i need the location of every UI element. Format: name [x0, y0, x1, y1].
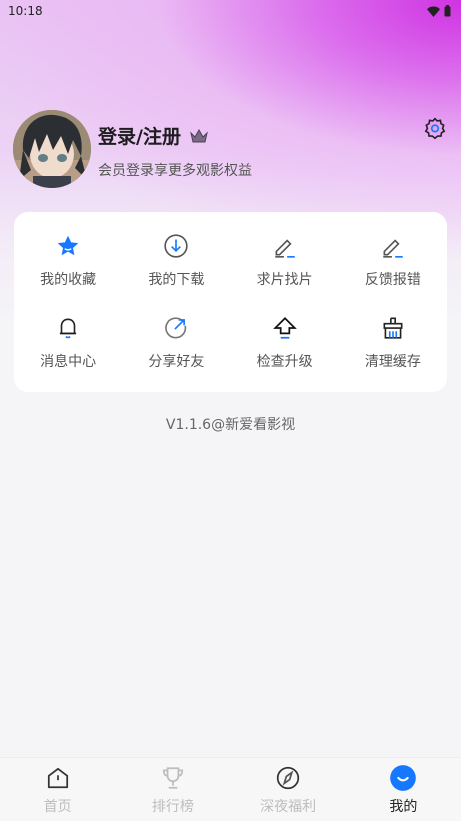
menu-item-downloads[interactable]: 我的下载	[122, 220, 230, 302]
tab-label: 我的	[389, 798, 418, 815]
tab-label: 首页	[43, 798, 72, 815]
clean-cache-icon	[380, 315, 406, 341]
profile-subtitle: 会员登录享更多观影权益	[98, 163, 252, 179]
edit-icon	[272, 233, 298, 259]
share-icon	[163, 315, 189, 341]
menu-label: 反馈报错	[364, 272, 421, 288]
menu-label: 分享好友	[148, 354, 205, 370]
compass-icon	[274, 764, 302, 792]
status-icons	[427, 5, 451, 17]
status-bar: 10:18	[0, 0, 461, 22]
bottom-tab-bar: 首页 排行榜 深夜福利 我的	[0, 757, 461, 821]
tab-label: 排行榜	[151, 798, 194, 815]
menu-item-clear-cache[interactable]: 清理缓存	[339, 302, 447, 384]
menu-item-upgrade[interactable]: 检查升级	[231, 302, 339, 384]
avatar-image	[13, 110, 91, 188]
menu-label: 清理缓存	[364, 354, 421, 370]
login-register-link[interactable]: 登录/注册	[98, 122, 209, 149]
home-icon	[44, 764, 72, 792]
avatar[interactable]	[13, 110, 91, 188]
version-text: V1.1.6@新爱看影视	[165, 417, 296, 433]
star-icon	[55, 233, 81, 259]
settings-button[interactable]	[422, 116, 448, 142]
feature-grid-card: 我的收藏 我的下载 求片找片 反馈报错 消息中心 分享好友 检查升级 清理缓存	[14, 212, 447, 392]
menu-label: 我的收藏	[40, 272, 97, 288]
menu-item-messages[interactable]: 消息中心	[14, 302, 122, 384]
profile-smile-icon	[389, 764, 417, 792]
tab-ranking[interactable]: 排行榜	[115, 758, 230, 821]
menu-label: 检查升级	[256, 354, 313, 370]
tab-home[interactable]: 首页	[0, 758, 115, 821]
tab-label: 深夜福利	[260, 798, 317, 815]
tab-mine[interactable]: 我的	[346, 758, 461, 821]
download-icon	[163, 233, 189, 259]
feedback-edit-icon	[380, 233, 406, 259]
trophy-icon	[159, 764, 187, 792]
menu-item-favorites[interactable]: 我的收藏	[14, 220, 122, 302]
wifi-icon	[427, 6, 440, 17]
username-label: 登录/注册	[98, 126, 181, 148]
menu-label: 求片找片	[256, 272, 313, 288]
tab-late-night[interactable]: 深夜福利	[231, 758, 346, 821]
menu-item-share[interactable]: 分享好友	[122, 302, 230, 384]
status-time: 10:18	[8, 4, 43, 18]
battery-icon	[444, 5, 451, 17]
profile-header: 登录/注册 会员登录享更多观影权益	[13, 110, 448, 188]
menu-item-request[interactable]: 求片找片	[231, 220, 339, 302]
menu-label: 消息中心	[40, 354, 97, 370]
crown-icon	[190, 128, 208, 142]
menu-item-feedback[interactable]: 反馈报错	[339, 220, 447, 302]
bell-icon	[55, 315, 81, 341]
gear-icon	[424, 117, 446, 140]
menu-label: 我的下载	[148, 272, 205, 288]
upgrade-icon	[272, 315, 298, 341]
